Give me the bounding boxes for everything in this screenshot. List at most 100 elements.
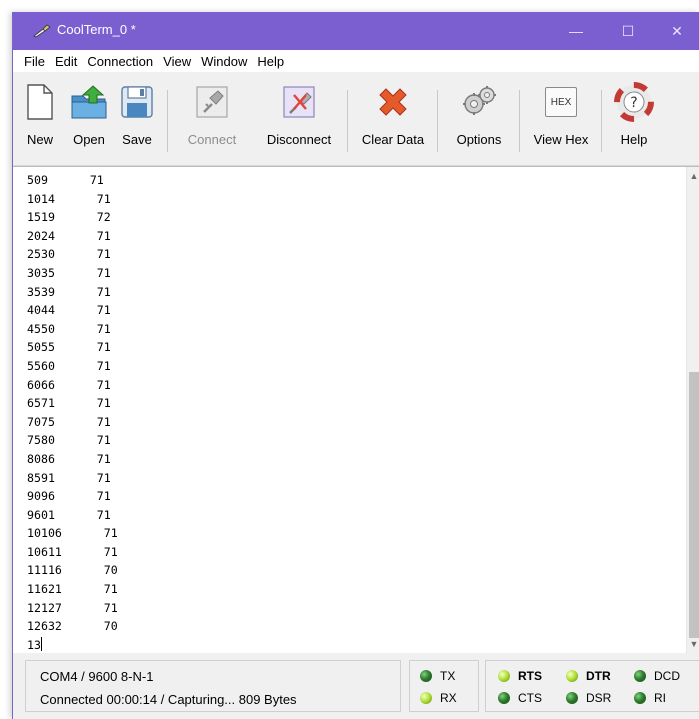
menu-edit[interactable]: Edit: [50, 54, 82, 69]
rx-led: RX: [420, 691, 457, 705]
dcd-led: DCD: [634, 669, 680, 683]
dcd-label: DCD: [654, 669, 680, 683]
vertical-scrollbar[interactable]: ▲ ▼: [686, 167, 699, 653]
port-settings: COM4 / 9600 8-N-1: [40, 669, 154, 684]
dtr-led[interactable]: DTR: [566, 669, 611, 683]
save-disk-icon: [121, 86, 153, 118]
help-button[interactable]: ? Help: [613, 78, 655, 160]
menu-help[interactable]: Help: [252, 54, 289, 69]
toolbar-separator: [519, 90, 520, 152]
terminal-line: 11621 71: [27, 582, 118, 597]
scroll-thumb[interactable]: [689, 372, 699, 638]
terminal-line: 4550 71: [27, 321, 111, 336]
terminal-line: 2530 71: [27, 247, 111, 262]
title-bar[interactable]: CoolTerm_0 * — ☐ ✕: [13, 12, 699, 50]
scroll-up-arrow-icon[interactable]: ▲: [687, 169, 699, 183]
connect-plug-icon: [196, 86, 228, 118]
svg-text:?: ?: [630, 95, 637, 111]
connection-info: Connected 00:00:14 / Capturing... 809 By…: [40, 692, 297, 707]
terminal-line-current: 13: [27, 636, 118, 653]
terminal-line: 509 71: [27, 173, 104, 187]
terminal-line: 2024 71: [27, 228, 111, 243]
open-folder-icon: [71, 85, 107, 119]
terminal-line: 12127 71: [27, 600, 118, 615]
terminal-line: 10106 71: [27, 526, 118, 541]
text-cursor: [40, 636, 42, 651]
terminal-line: 9601 71: [27, 507, 111, 522]
terminal-output[interactable]: 509 71 1014 71 1519 72 2024 71 2530 71 3035 7…: [13, 166, 699, 653]
clear-data-label: Clear Data: [361, 132, 425, 147]
disconnect-button[interactable]: Disconnect: [259, 78, 339, 160]
cts-led-dot-icon: [498, 692, 510, 704]
hex-icon: HEX: [541, 82, 581, 122]
status-bar: COM4 / 9600 8-N-1 Connected 00:00:14 / C…: [13, 653, 699, 719]
close-button[interactable]: ✕: [655, 12, 699, 50]
toolbar-separator: [347, 90, 348, 152]
menu-view[interactable]: View: [158, 54, 196, 69]
rts-label: RTS: [518, 669, 542, 683]
connect-label: Connect: [187, 132, 237, 147]
view-hex-button[interactable]: HEX View Hex: [529, 78, 593, 160]
new-document-icon: [27, 84, 53, 120]
terminal-line: 6571 71: [27, 396, 111, 411]
terminal-line: 3035 71: [27, 265, 111, 280]
help-label: Help: [620, 132, 648, 147]
terminal-line: 12632 70: [27, 619, 118, 634]
hex-badge: HEX: [545, 87, 577, 117]
menu-bar: File Edit Connection View Window Help: [13, 50, 699, 72]
terminal-line: 7075 71: [27, 414, 111, 429]
disconnect-label: Disconnect: [266, 132, 332, 147]
terminal-line: 3539 71: [27, 284, 111, 299]
terminal-line: 11116 70: [27, 563, 118, 578]
open-button[interactable]: Open: [65, 78, 113, 160]
connection-status-panel: COM4 / 9600 8-N-1 Connected 00:00:14 / C…: [25, 660, 401, 712]
ri-label: RI: [654, 691, 666, 705]
save-button[interactable]: Save: [117, 78, 157, 160]
options-button[interactable]: Options: [449, 78, 509, 160]
terminal-line: 6066 71: [27, 377, 111, 392]
minimize-button[interactable]: —: [554, 12, 598, 50]
rts-led[interactable]: RTS: [498, 669, 542, 683]
tx-rx-indicators: TX RX: [409, 660, 479, 712]
connect-button[interactable]: Connect: [181, 78, 243, 160]
tx-label: TX: [440, 669, 456, 683]
new-button[interactable]: New: [19, 78, 61, 160]
terminal-line: 5055 71: [27, 340, 111, 355]
rx-label: RX: [440, 691, 457, 705]
terminal-line: 1519 72: [27, 210, 111, 225]
toolbar-separator: [167, 90, 168, 152]
rx-led-dot-icon: [420, 692, 432, 704]
toolbar-separator: [601, 90, 602, 152]
clear-data-button[interactable]: Clear Data: [357, 78, 429, 160]
terminal-partial-text: 13: [27, 637, 41, 652]
terminal-line: 1014 71: [27, 191, 111, 206]
maximize-button[interactable]: ☐: [606, 12, 650, 50]
terminal-line: 9096 71: [27, 489, 111, 504]
new-label: New: [26, 132, 53, 147]
open-label: Open: [73, 132, 105, 147]
save-label: Save: [122, 132, 152, 147]
disconnect-plug-icon: [283, 86, 315, 118]
clear-x-icon: [379, 88, 407, 116]
scroll-down-arrow-icon[interactable]: ▼: [687, 637, 699, 651]
view-hex-label: View Hex: [533, 132, 589, 147]
toolbar-separator: [437, 90, 438, 152]
cts-label: CTS: [518, 691, 542, 705]
menu-connection[interactable]: Connection: [82, 54, 158, 69]
terminal-line: 7580 71: [27, 433, 111, 448]
terminal-line: 5560 71: [27, 358, 111, 373]
terminal-line: 10611 71: [27, 544, 118, 559]
app-window: CoolTerm_0 * — ☐ ✕ File Edit Connection …: [12, 12, 699, 719]
coolterm-app-icon: [33, 24, 51, 38]
dtr-label: DTR: [586, 669, 611, 683]
help-lifebuoy-icon: ?: [614, 82, 654, 122]
toolbar: New Open Save Connect Disconnect Clear D…: [13, 72, 699, 166]
dtr-led-dot-icon: [566, 670, 578, 682]
window-title: CoolTerm_0 *: [57, 22, 136, 37]
menu-window[interactable]: Window: [196, 54, 252, 69]
options-label: Options: [456, 132, 502, 147]
tx-led-dot-icon: [420, 670, 432, 682]
menu-file[interactable]: File: [19, 54, 50, 69]
terminal-text: 509 71 1014 71 1519 72 2024 71 2530 71 3035 7…: [27, 171, 118, 653]
line-indicators: RTS CTS DTR DSR DCD RI: [485, 660, 699, 712]
